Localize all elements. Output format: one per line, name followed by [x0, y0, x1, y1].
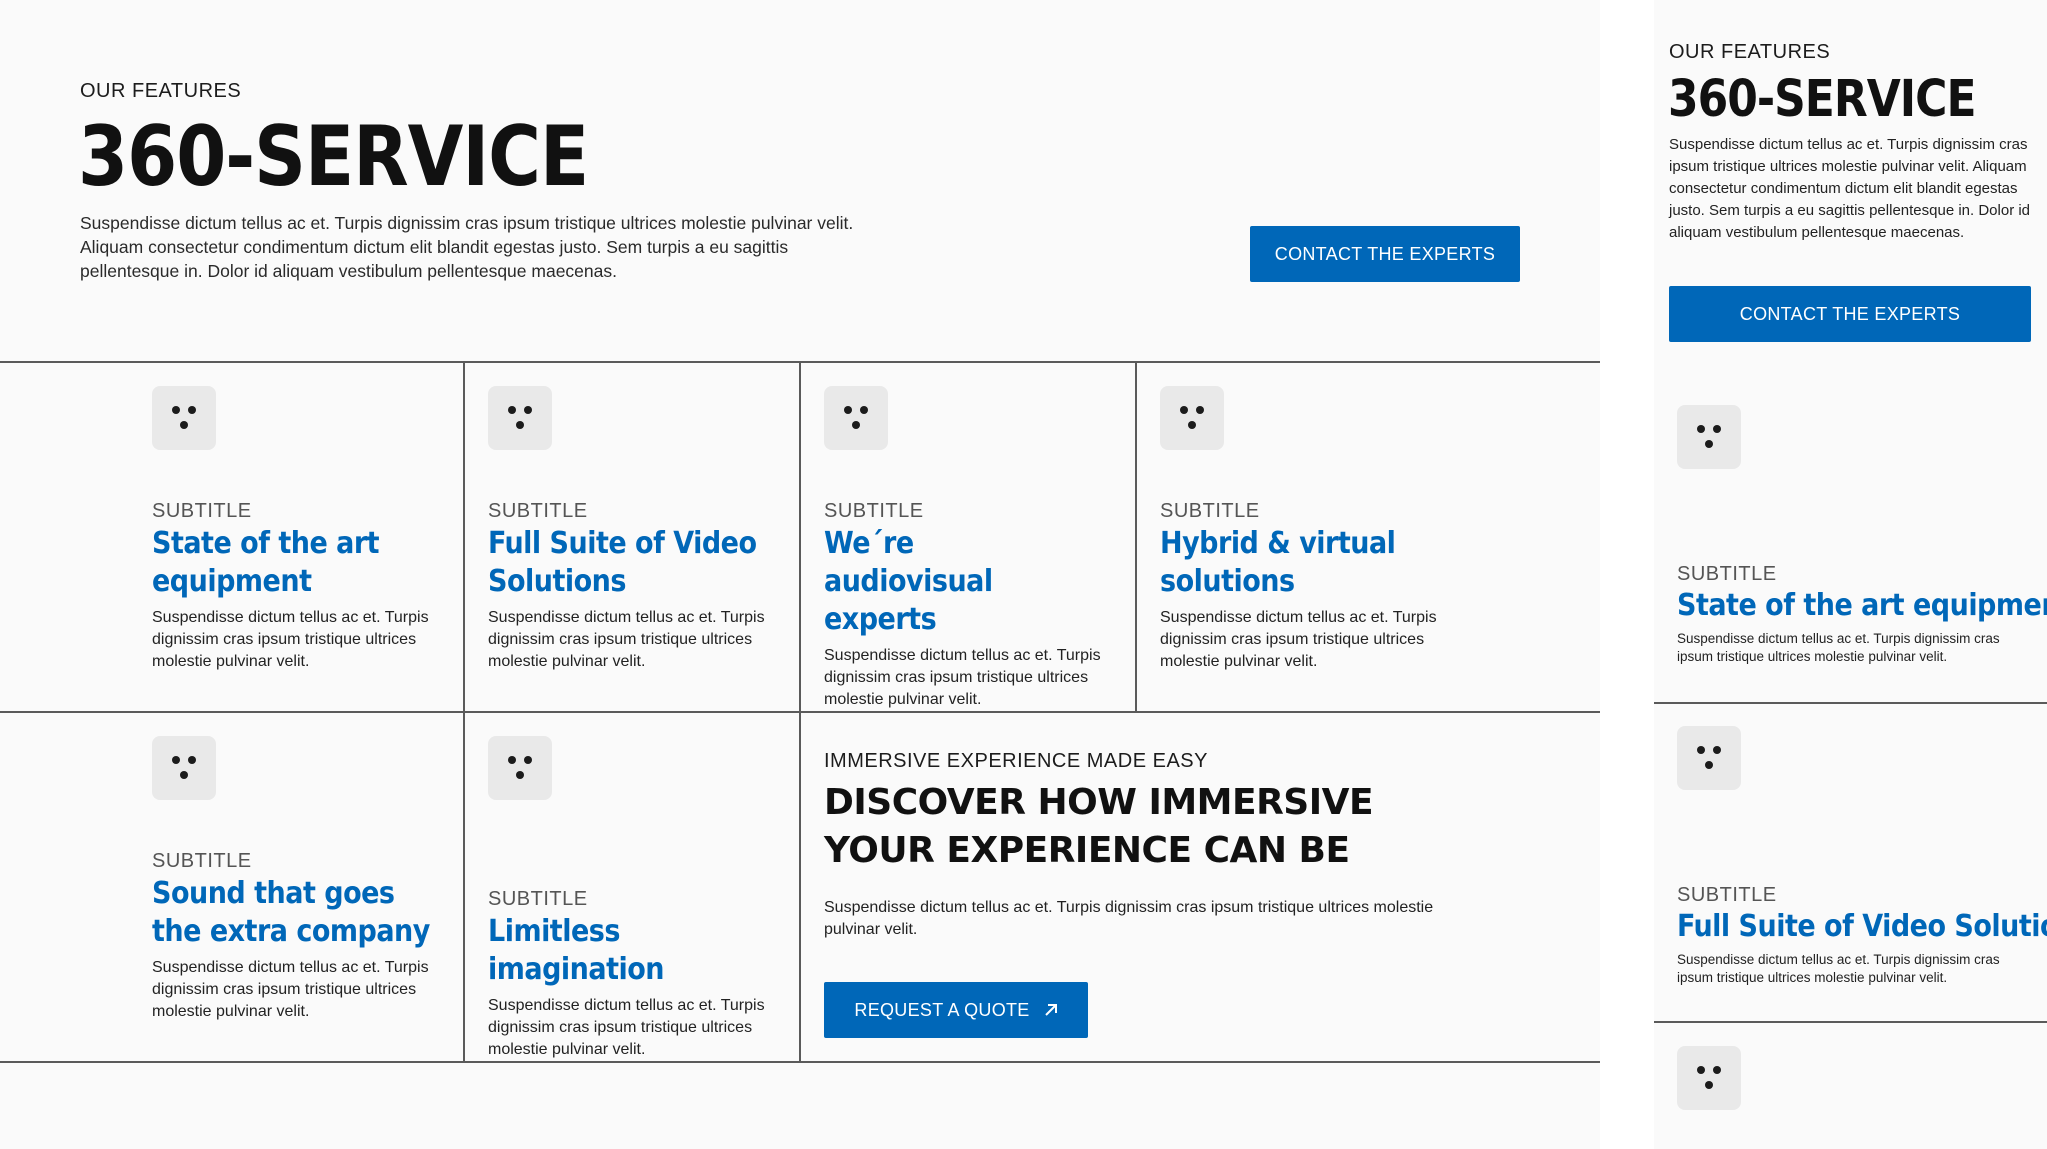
intro-paragraph: Suspendisse dictum tellus ac et. Turpis … [1669, 136, 2031, 241]
feature-title: Sound that goes the extra company [152, 876, 430, 949]
feature-title: We´re audiovisual experts [824, 526, 993, 637]
feature-title: Full Suite of Video Solutions [488, 526, 757, 599]
feature-subtitle: SUBTITLE [1160, 500, 1260, 522]
grid-divider [1135, 361, 1137, 712]
feature-text: Suspendisse dictum tellus ac et. Turpis … [488, 997, 765, 1058]
section-eyebrow: OUR FEATURES [1669, 41, 1831, 63]
three-dots-face-icon [1160, 386, 1224, 450]
three-dots-face-icon [488, 736, 552, 800]
feature-card: SUBTITLE State of the art equipment Susp… [1677, 405, 2047, 666]
three-dots-face-icon [152, 386, 216, 450]
feature-text: Suspendisse dictum tellus ac et. Turpis … [824, 647, 1101, 708]
divider [1654, 1021, 2047, 1023]
section-eyebrow: OUR FEATURES [80, 80, 242, 102]
feature-subtitle: SUBTITLE [1677, 884, 1777, 906]
feature-card: SUBTITLE We´re audiovisual experts Suspe… [824, 386, 1124, 711]
three-dots-face-icon [488, 386, 552, 450]
feature-subtitle: SUBTITLE [488, 888, 588, 910]
feature-title: State of the art equipment [152, 526, 380, 599]
feature-card: SUBTITLE State of the art equipment Susp… [152, 386, 452, 673]
feature-subtitle: SUBTITLE [152, 500, 252, 522]
feature-subtitle: SUBTITLE [1677, 563, 1777, 585]
feature-subtitle: SUBTITLE [488, 500, 588, 522]
feature-text: Suspendisse dictum tellus ac et. Turpis … [152, 959, 429, 1020]
divider [1654, 702, 2047, 704]
feature-title: Full Suite of Video Solutions [1677, 909, 2047, 944]
cta-block: IMMERSIVE EXPERIENCE MADE EASY DISCOVER … [824, 750, 1464, 941]
three-dots-face-icon [1677, 1046, 1741, 1110]
grid-divider [463, 361, 465, 1062]
feature-card: SUBTITLE Sound that goes the extra compa… [152, 736, 452, 1023]
arrow-up-right-icon [1044, 1003, 1058, 1017]
mobile-layout: OUR FEATURES 360-SERVICE Suspendisse dic… [1654, 0, 2047, 1149]
feature-title: Hybrid & virtual solutions [1160, 526, 1396, 599]
feature-title: State of the art equipment [1677, 588, 2047, 623]
feature-card [1677, 1046, 1741, 1110]
request-quote-label: REQUEST A QUOTE [854, 999, 1030, 1020]
feature-text: Suspendisse dictum tellus ac et. Turpis … [1677, 952, 2000, 985]
cta-text: Suspendisse dictum tellus ac et. Turpis … [824, 899, 1434, 938]
contact-experts-button[interactable]: CONTACT THE EXPERTS [1669, 286, 2031, 342]
three-dots-face-icon [1677, 726, 1741, 790]
feature-card: SUBTITLE Limitless imagination Suspendis… [488, 736, 788, 1061]
request-quote-button[interactable]: REQUEST A QUOTE [824, 982, 1088, 1038]
three-dots-face-icon [152, 736, 216, 800]
feature-text: Suspendisse dictum tellus ac et. Turpis … [488, 609, 765, 670]
feature-subtitle: SUBTITLE [824, 500, 924, 522]
intro-paragraph: Suspendisse dictum tellus ac et. Turpis … [80, 213, 854, 281]
feature-card: SUBTITLE Full Suite of Video Solutions S… [488, 386, 788, 673]
grid-divider [799, 361, 801, 1062]
feature-card: SUBTITLE Full Suite of Video Solutions S… [1677, 726, 2047, 987]
feature-text: Suspendisse dictum tellus ac et. Turpis … [152, 609, 429, 670]
feature-card: SUBTITLE Hybrid & virtual solutions Susp… [1160, 386, 1460, 673]
three-dots-face-icon [824, 386, 888, 450]
page-title: 360-SERVICE [1668, 70, 1977, 129]
page-title: 360-SERVICE [78, 108, 589, 205]
cta-title: DISCOVER HOW IMMERSIVE YOUR EXPERIENCE C… [824, 782, 1374, 871]
three-dots-face-icon [1677, 405, 1741, 469]
cta-eyebrow: IMMERSIVE EXPERIENCE MADE EASY [824, 750, 1208, 772]
feature-text: Suspendisse dictum tellus ac et. Turpis … [1160, 609, 1437, 670]
feature-subtitle: SUBTITLE [152, 850, 252, 872]
desktop-layout: OUR FEATURES 360-SERVICE Suspendisse dic… [0, 0, 1600, 1149]
contact-experts-button[interactable]: CONTACT THE EXPERTS [1250, 226, 1520, 282]
feature-text: Suspendisse dictum tellus ac et. Turpis … [1677, 631, 2000, 664]
feature-title: Limitless imagination [488, 914, 664, 987]
